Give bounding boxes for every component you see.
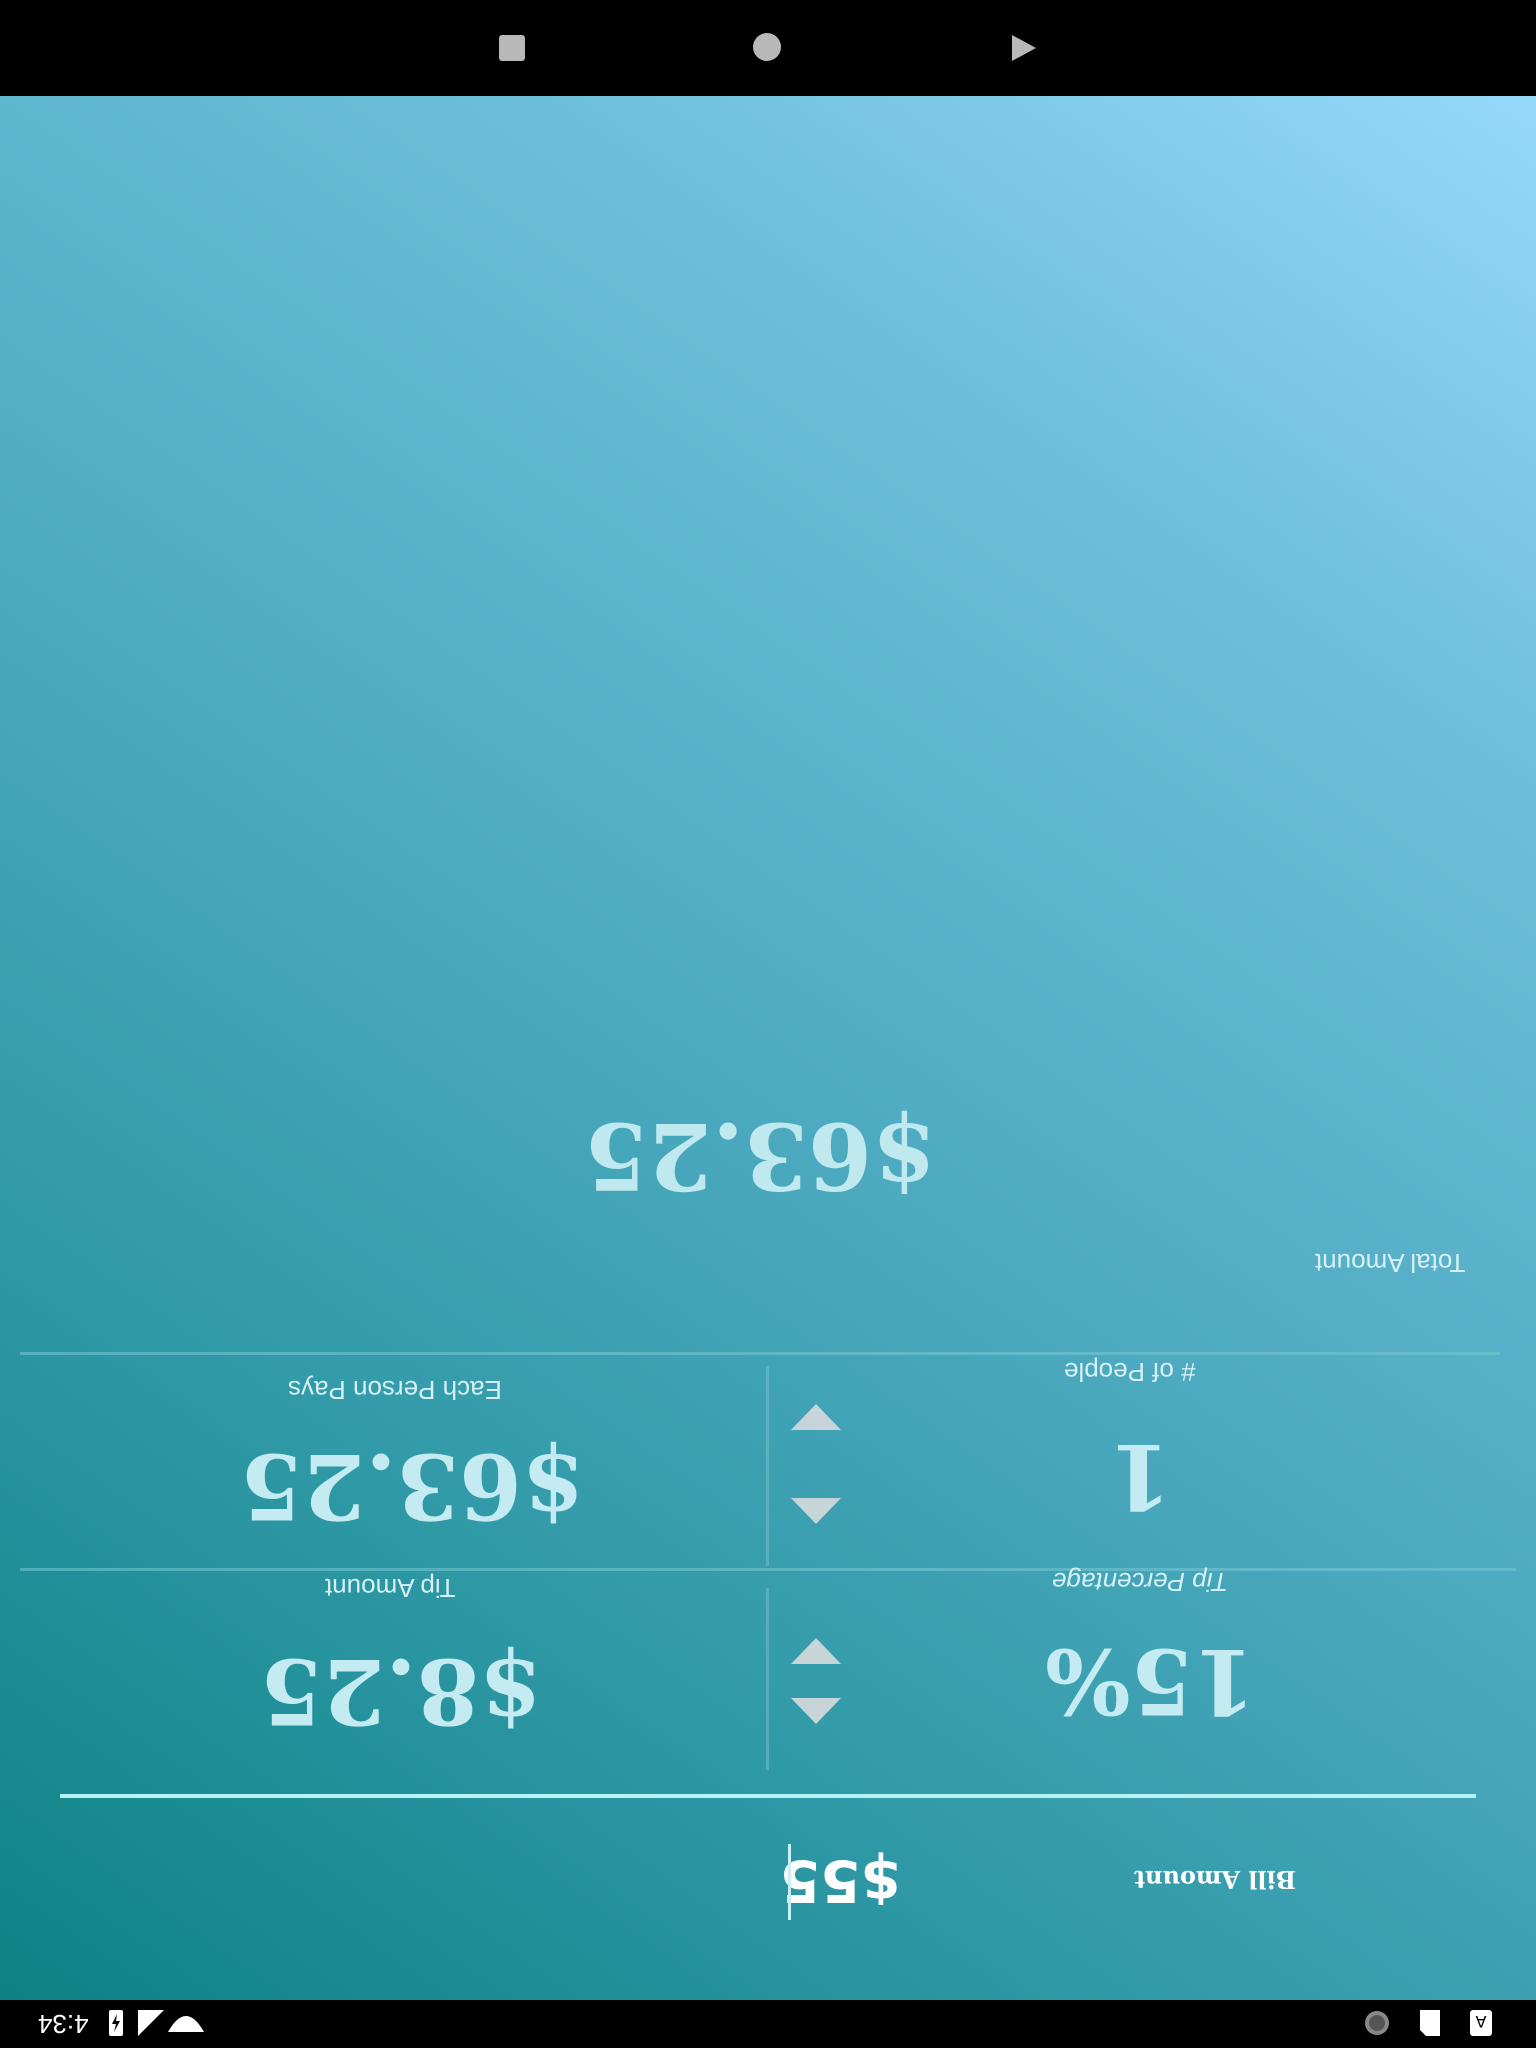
tip-increase-arrow-icon[interactable] (788, 1636, 844, 1666)
people-value: 1 (1108, 1423, 1172, 1529)
tip-percentage-value: 15% (1044, 1628, 1256, 1734)
tip-amount-value: $8.25 (260, 1638, 542, 1744)
people-label: # of People (1064, 1357, 1196, 1387)
battery-charging-icon (106, 2008, 126, 2043)
tip-calculator-screen: $63.25 Total Amount # of People 1 Each P… (0, 96, 1536, 2000)
sd-card-icon (1416, 2008, 1444, 2043)
total-amount-label: Total Amount (1314, 1248, 1466, 1278)
text-cursor (788, 1844, 791, 1920)
back-triangle-icon[interactable] (1006, 30, 1042, 66)
tip-amount-label: Tip Amount (324, 1573, 456, 1603)
status-bar: 4:34 A (0, 2000, 1536, 2048)
notification-a-icon: A (1468, 2008, 1494, 2043)
recents-square-icon[interactable] (494, 30, 530, 66)
wifi-icon (166, 2008, 206, 2043)
each-person-pays-value: $63.25 (240, 1433, 585, 1539)
divider-vertical-people (766, 1366, 769, 1566)
bill-amount-label: Bill Amount (1134, 1865, 1296, 1894)
status-time: 4:34 (37, 2009, 89, 2039)
total-amount-value: $63.25 (583, 1102, 937, 1210)
sync-icon (1362, 2008, 1392, 2043)
signal-icon (136, 2008, 166, 2043)
people-increase-arrow-icon[interactable] (788, 1402, 844, 1432)
navigation-bar (0, 0, 1536, 96)
home-circle-icon[interactable] (750, 30, 786, 66)
people-decrease-arrow-icon[interactable] (788, 1496, 844, 1526)
bill-amount-input[interactable]: $55 (780, 1841, 901, 1921)
tip-percentage-label: Tip Percentage (1051, 1567, 1229, 1597)
svg-text:A: A (1475, 2012, 1486, 2031)
each-person-pays-label: Each Person Pays (288, 1375, 502, 1405)
tip-decrease-arrow-icon[interactable] (788, 1696, 844, 1726)
divider-middle (20, 1568, 1516, 1571)
divider-vertical-tip (766, 1588, 769, 1770)
bill-input-underline (60, 1794, 1476, 1798)
divider-top (20, 1352, 1500, 1355)
